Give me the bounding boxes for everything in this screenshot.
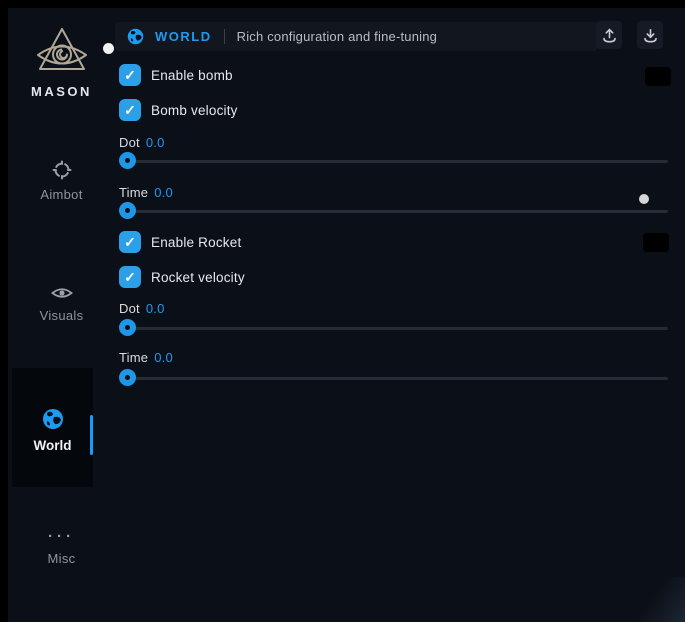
sidebar-item-label: Visuals bbox=[40, 308, 84, 323]
slider-label-dot: Dot 0.0 bbox=[119, 135, 165, 150]
time-slider[interactable] bbox=[119, 369, 668, 387]
app-logo: MASON bbox=[8, 26, 115, 99]
globe-icon bbox=[42, 408, 64, 430]
slider-name: Dot bbox=[119, 135, 140, 150]
sidebar-item-label: Misc bbox=[48, 551, 76, 566]
bomb-velocity-checkbox[interactable]: ✓ bbox=[119, 99, 141, 121]
sidebar-item-visuals[interactable]: Visuals bbox=[8, 285, 115, 325]
enable-bomb-checkbox[interactable]: ✓ bbox=[119, 64, 141, 86]
globe-icon bbox=[127, 28, 144, 45]
slider-thumb[interactable] bbox=[119, 319, 136, 336]
check-icon: ✓ bbox=[124, 235, 136, 249]
time-slider[interactable] bbox=[119, 202, 668, 220]
bomb-color-swatch[interactable] bbox=[645, 67, 671, 86]
sidebar-item-world[interactable]: World bbox=[12, 368, 93, 487]
checkbox-label: Bomb velocity bbox=[151, 103, 238, 118]
logo-text: MASON bbox=[8, 84, 115, 99]
slider-track[interactable] bbox=[119, 160, 668, 163]
check-icon: ✓ bbox=[124, 103, 136, 117]
dot-slider[interactable] bbox=[119, 319, 668, 337]
active-tab-indicator bbox=[90, 415, 93, 455]
sidebar-item-label: World bbox=[34, 438, 72, 453]
checkbox-label: Rocket velocity bbox=[151, 270, 245, 285]
checkbox-row-enable-bomb: ✓ Enable bomb bbox=[119, 64, 233, 86]
page-subtitle: Rich configuration and fine-tuning bbox=[237, 29, 437, 44]
slider-value: 0.0 bbox=[154, 350, 173, 365]
checkbox-row-rocket-velocity: ✓ Rocket velocity bbox=[119, 266, 245, 288]
slider-label-time: Time 0.0 bbox=[119, 350, 173, 365]
upload-config-button[interactable] bbox=[596, 21, 622, 49]
checkbox-row-enable-rocket: ✓ Enable Rocket bbox=[119, 231, 241, 253]
rocket-color-swatch[interactable] bbox=[643, 233, 669, 252]
cursor-dot bbox=[103, 43, 114, 54]
app-window: MASON Aimbot Visuals bbox=[8, 8, 685, 622]
checkbox-label: Enable bomb bbox=[151, 68, 233, 83]
rocket-velocity-checkbox[interactable]: ✓ bbox=[119, 266, 141, 288]
page-header: WORLD Rich configuration and fine-tuning bbox=[115, 22, 597, 51]
slider-track[interactable] bbox=[119, 210, 668, 213]
sidebar: MASON Aimbot Visuals bbox=[8, 8, 115, 622]
check-icon: ✓ bbox=[124, 270, 136, 284]
slider-name: Dot bbox=[119, 301, 140, 316]
page-title: WORLD bbox=[155, 29, 212, 44]
mason-eye-logo-icon bbox=[33, 26, 91, 80]
crosshair-icon bbox=[52, 160, 72, 180]
slider-thumb[interactable] bbox=[119, 369, 136, 386]
slider-name: Time bbox=[119, 185, 148, 200]
slider-track[interactable] bbox=[119, 327, 668, 330]
slider-value: 0.0 bbox=[146, 301, 165, 316]
enable-rocket-checkbox[interactable]: ✓ bbox=[119, 231, 141, 253]
check-icon: ✓ bbox=[124, 68, 136, 82]
eye-icon bbox=[51, 285, 73, 301]
sidebar-item-misc[interactable]: ··· Misc bbox=[8, 532, 115, 568]
header-divider bbox=[224, 29, 225, 44]
slider-value: 0.0 bbox=[154, 185, 173, 200]
upload-icon bbox=[602, 28, 617, 43]
slider-thumb[interactable] bbox=[119, 202, 136, 219]
slider-label-time: Time 0.0 bbox=[119, 185, 173, 200]
slider-value: 0.0 bbox=[146, 135, 165, 150]
checkbox-row-bomb-velocity: ✓ Bomb velocity bbox=[119, 99, 238, 121]
dot-slider[interactable] bbox=[119, 152, 668, 170]
download-config-button[interactable] bbox=[637, 21, 663, 49]
ellipsis-icon: ··· bbox=[8, 532, 115, 542]
slider-name: Time bbox=[119, 350, 148, 365]
slider-label-dot: Dot 0.0 bbox=[119, 301, 165, 316]
slider-track[interactable] bbox=[119, 377, 668, 380]
checkbox-label: Enable Rocket bbox=[151, 235, 241, 250]
slider-thumb[interactable] bbox=[119, 152, 136, 169]
download-icon bbox=[643, 28, 658, 43]
sidebar-item-label: Aimbot bbox=[40, 187, 82, 202]
sidebar-item-aimbot[interactable]: Aimbot bbox=[8, 160, 115, 204]
particle-dot bbox=[639, 194, 649, 204]
